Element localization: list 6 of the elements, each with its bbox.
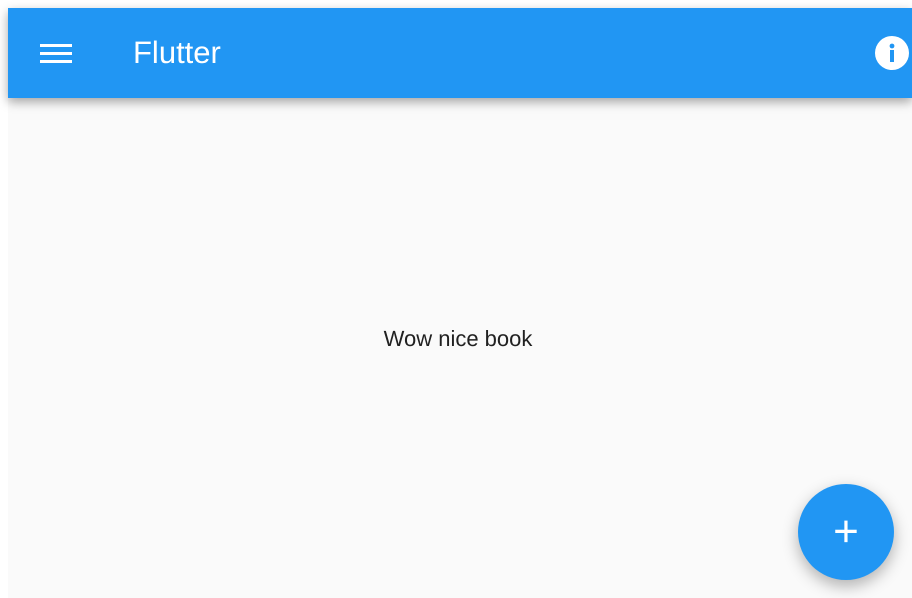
info-button[interactable] (874, 35, 910, 71)
body-text: Wow nice book (384, 324, 532, 352)
menu-icon (39, 41, 73, 65)
add-button[interactable]: + (798, 484, 894, 580)
info-icon (875, 36, 909, 70)
app-title: Flutter (133, 34, 221, 72)
